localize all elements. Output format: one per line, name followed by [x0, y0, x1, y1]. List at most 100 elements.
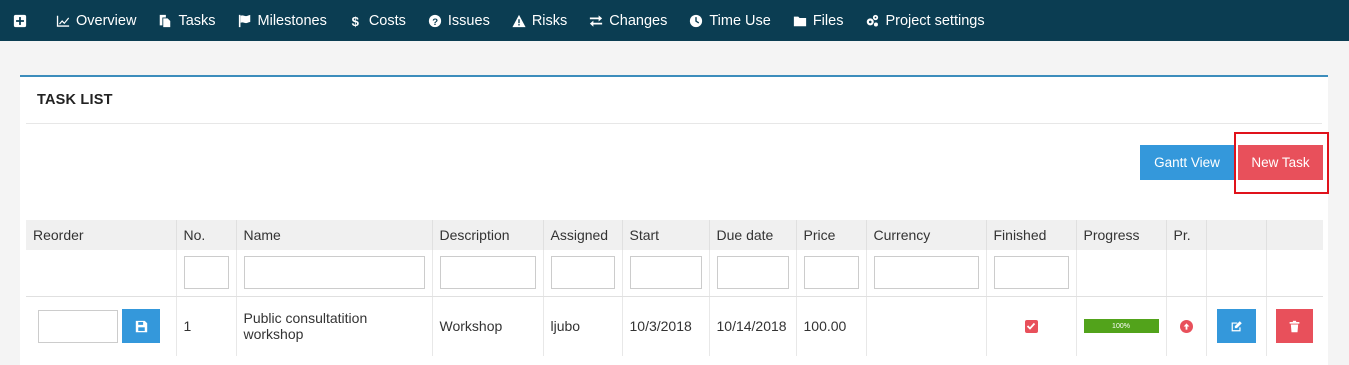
filter-cell-currency	[865, 250, 986, 297]
trash-icon	[1289, 320, 1300, 332]
nav-tasks[interactable]: Tasks	[157, 12, 216, 29]
nav-costs-label: Costs	[368, 12, 406, 29]
filter-cell-name	[235, 250, 432, 297]
filter-cell-start	[621, 250, 709, 297]
filter-cell-empty	[1075, 250, 1166, 297]
progress-bar: 100%	[1083, 319, 1159, 334]
reorder-cell	[26, 296, 176, 356]
filter-cell-description	[431, 250, 543, 297]
table-header-row: Reorder No. Name Description Assigned St…	[26, 220, 1323, 250]
task-price: 100.00	[795, 296, 866, 356]
edit-cell	[1205, 296, 1266, 356]
filter-due-date-input[interactable]	[716, 256, 789, 290]
column-header-edit	[1205, 220, 1266, 250]
nav-project-settings[interactable]: Project settings	[864, 12, 985, 29]
clock-icon	[688, 13, 704, 29]
filter-row	[26, 250, 1323, 297]
table-row: 1 Public consultatition workshop Worksho…	[26, 296, 1323, 356]
gears-icon	[864, 13, 880, 29]
task-currency	[865, 296, 986, 356]
filter-description-input[interactable]	[439, 256, 536, 290]
filter-cell-empty	[1265, 250, 1323, 297]
task-no: 1	[175, 296, 236, 356]
column-header-currency[interactable]: Currency	[865, 220, 986, 250]
nav-files-label: Files	[812, 12, 844, 29]
nav-overview-label: Overview	[76, 12, 137, 29]
column-header-due-date[interactable]: Due date	[708, 220, 796, 250]
add-icon[interactable]	[12, 13, 33, 29]
filter-cell-assigned	[542, 250, 622, 297]
column-header-priority[interactable]: Pr.	[1165, 220, 1206, 250]
column-header-no[interactable]: No.	[175, 220, 236, 250]
reorder-input[interactable]	[38, 309, 118, 343]
column-header-price[interactable]: Price	[795, 220, 866, 250]
svg-text:?: ?	[432, 16, 438, 27]
task-start: 10/3/2018	[621, 296, 709, 356]
nav-changes[interactable]: Changes	[588, 13, 667, 29]
column-header-finished[interactable]: Finished	[985, 220, 1076, 250]
filter-cell-empty	[1205, 250, 1266, 297]
task-name: Public consultatition workshop	[235, 296, 432, 356]
nav-time-use[interactable]: Time Use	[688, 13, 771, 29]
progress-label: 100%	[1112, 322, 1130, 330]
nav-milestones-label: Milestones	[257, 12, 327, 29]
nav-files[interactable]: Files	[792, 12, 844, 29]
task-description: Workshop	[431, 296, 543, 356]
gantt-view-button[interactable]: Gantt View	[1140, 145, 1234, 180]
edit-task-button[interactable]	[1216, 309, 1256, 344]
copy-icon	[157, 13, 173, 29]
filter-cell-finished	[985, 250, 1076, 297]
arrow-up-circle-icon	[1179, 320, 1193, 334]
filter-price-input[interactable]	[803, 256, 859, 290]
new-task-button[interactable]: New Task	[1238, 145, 1323, 180]
nav-overview[interactable]: Overview	[55, 13, 136, 29]
filter-cell-reorder	[26, 250, 176, 297]
delete-task-button[interactable]	[1276, 309, 1314, 344]
filter-finished-input[interactable]	[993, 256, 1069, 290]
chart-line-icon	[55, 13, 71, 29]
task-table: Reorder No. Name Description Assigned St…	[26, 220, 1323, 356]
save-icon	[135, 320, 147, 332]
exchange-icon	[588, 13, 604, 29]
column-header-assigned[interactable]: Assigned	[542, 220, 622, 250]
nav-issues[interactable]: ? Issues	[427, 13, 490, 29]
nav-time-use-label: Time Use	[709, 12, 771, 29]
delete-cell	[1265, 296, 1323, 356]
nav-milestones[interactable]: Milestones	[237, 13, 327, 29]
nav-costs[interactable]: $ Costs	[348, 12, 406, 29]
warning-icon	[511, 13, 527, 29]
save-order-button[interactable]	[122, 309, 160, 344]
task-finished	[985, 296, 1076, 356]
folder-icon	[792, 13, 808, 29]
dollar-icon: $	[348, 13, 364, 29]
task-due-date: 10/14/2018	[708, 296, 796, 356]
task-progress-cell: 100%	[1075, 296, 1166, 356]
checked-icon	[1024, 319, 1038, 333]
filter-cell-no	[175, 250, 236, 297]
panel-header: TASK LIST	[26, 77, 1322, 124]
filter-assigned-input[interactable]	[550, 256, 615, 290]
task-priority	[1165, 296, 1206, 356]
task-list-panel: TASK LIST Gantt View New Task Reorder No…	[20, 75, 1329, 365]
filter-cell-empty	[1165, 250, 1206, 297]
column-header-description[interactable]: Description	[431, 220, 543, 250]
svg-text:$: $	[351, 14, 359, 28]
nav-tasks-label: Tasks	[178, 12, 216, 29]
filter-cell-due	[708, 250, 796, 297]
filter-cell-price	[795, 250, 866, 297]
column-header-reorder[interactable]: Reorder	[26, 220, 176, 250]
column-header-progress[interactable]: Progress	[1075, 220, 1166, 250]
filter-start-input[interactable]	[629, 256, 702, 290]
column-header-name[interactable]: Name	[235, 220, 432, 250]
nav-risks[interactable]: Risks	[511, 13, 567, 29]
column-header-start[interactable]: Start	[621, 220, 709, 250]
top-navigation: Overview Tasks Milestones $ Costs ? Issu…	[0, 0, 1349, 41]
question-circle-icon: ?	[427, 13, 443, 29]
nav-project-settings-label: Project settings	[885, 12, 985, 29]
filter-currency-input[interactable]	[873, 256, 979, 290]
task-assigned: ljubo	[542, 296, 622, 356]
flag-icon	[237, 13, 253, 29]
filter-name-input[interactable]	[243, 256, 425, 290]
column-header-delete	[1265, 220, 1323, 250]
filter-no-input[interactable]	[183, 256, 229, 290]
